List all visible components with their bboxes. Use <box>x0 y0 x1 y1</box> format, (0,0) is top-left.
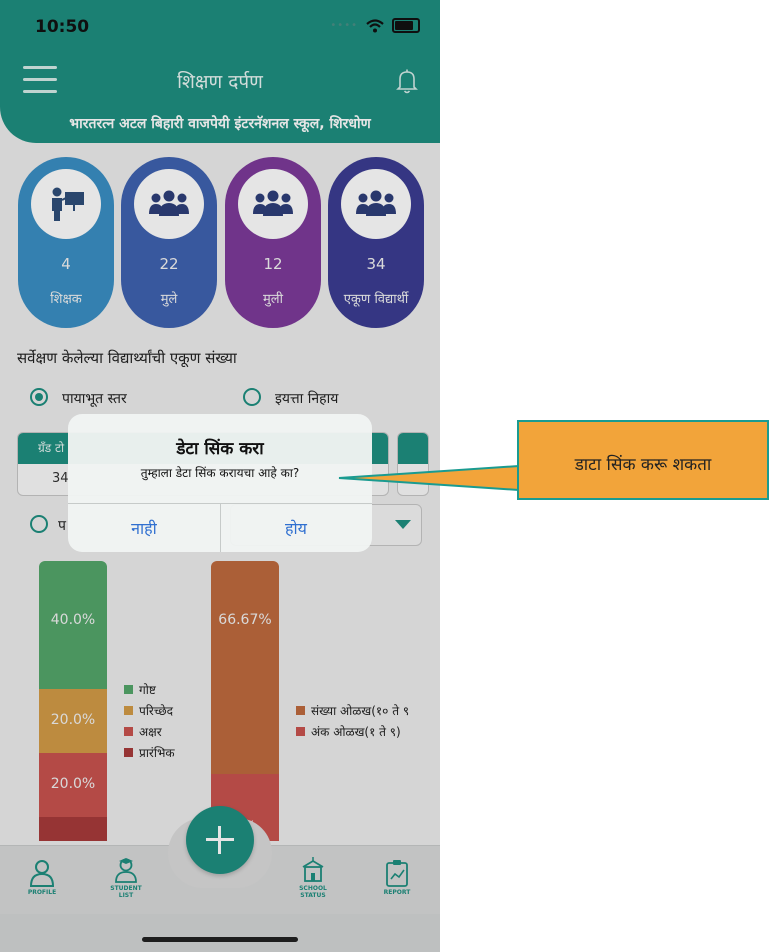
callout-text: डाटा सिंक करू शकता <box>574 455 712 475</box>
annotation-callout: डाटा सिंक करू शकता <box>517 420 769 500</box>
